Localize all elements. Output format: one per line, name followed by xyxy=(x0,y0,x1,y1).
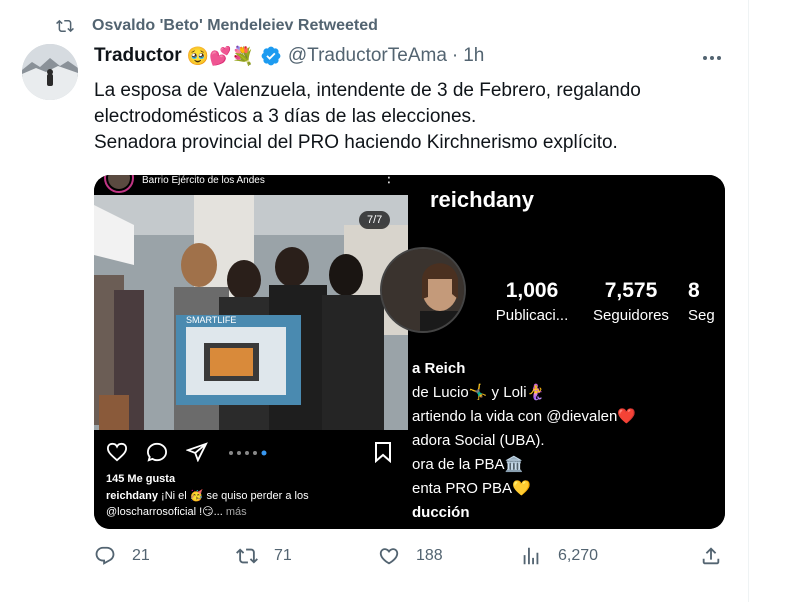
avatar[interactable] xyxy=(22,44,78,100)
bio-line: a Reich xyxy=(412,360,466,377)
bio-line: enta PRO PBA💛 xyxy=(412,480,531,497)
ig-stat-label: Seg xyxy=(688,307,715,324)
ig-stat-number: 1,006 xyxy=(505,279,559,302)
tweet-line: La esposa de Valenzuela, intendente de 3… xyxy=(94,80,641,101)
ig-caption-line2: @loscharrosoficial !😏... más xyxy=(106,505,406,518)
ig-likes-count: 145 Me gusta xyxy=(106,473,176,485)
bio-line: ora de la PBA🏛️ xyxy=(412,456,524,473)
like-count: 188 xyxy=(416,547,443,564)
ig-stat-number: 8 xyxy=(688,279,700,302)
author-handle[interactable]: @TraductorTeAma xyxy=(288,45,447,67)
views-button[interactable]: 6,270 xyxy=(520,545,598,567)
ig-profile-avatar xyxy=(380,247,466,333)
retweet-icon xyxy=(56,19,74,33)
image-counter-badge: 7/7 xyxy=(359,211,391,229)
retweet-count: 71 xyxy=(274,547,292,564)
share-icon xyxy=(702,547,720,565)
ig-caption: reichdany ¡Ni el 🥳 se quiso perder a los xyxy=(106,489,406,502)
box-brand-text: SMARTLIFE xyxy=(186,315,236,325)
ig-caption-text: ¡Ni el 🥳 se quiso perder a los xyxy=(157,490,309,502)
ig-stat-following: 8 Seg xyxy=(688,279,725,324)
carousel-dots-icon xyxy=(229,450,267,456)
ig-caption-mention: @loscharrosoficial !😏... xyxy=(106,506,223,518)
media-grid: Barrio Ejército de los Andes ⋮ SMARTLIFE… xyxy=(94,175,725,529)
bio-line: adora Social (UBA). xyxy=(412,432,545,449)
ig-caption-more: más xyxy=(222,506,247,518)
ig-profile-icon xyxy=(104,175,134,193)
media-image-left[interactable]: Barrio Ejército de los Andes ⋮ SMARTLIFE… xyxy=(94,175,408,529)
ig-stat-posts: 1,006 Publicaci... xyxy=(492,279,572,324)
comment-icon xyxy=(146,442,168,462)
ig-stat-number: 7,575 xyxy=(604,279,658,302)
tweet-card[interactable]: Osvaldo 'Beto' Mendeleiev Retweeted Trad… xyxy=(0,0,749,602)
views-count: 6,270 xyxy=(558,547,599,564)
tweet-action-bar: 21 71 188 6,270 xyxy=(94,545,734,575)
share-button[interactable] xyxy=(700,545,722,567)
bio-line: ducción xyxy=(412,504,470,521)
more-options-icon[interactable] xyxy=(700,48,724,68)
bookmark-icon xyxy=(375,442,391,463)
retweet-context[interactable]: Osvaldo 'Beto' Mendeleiev Retweeted xyxy=(54,17,378,35)
ig-caption-user: reichdany xyxy=(106,490,158,502)
like-button[interactable]: 188 xyxy=(378,545,443,567)
share-icon xyxy=(186,442,208,462)
reply-button[interactable]: 21 xyxy=(94,545,150,567)
ig-location: Barrio Ejército de los Andes xyxy=(142,175,265,186)
ig-more-icon: ⋮ xyxy=(382,175,396,185)
tweet-header: Traductor 🥹💕💐 @TraductorTeAma · 1h xyxy=(94,45,484,67)
ig-stat-followers: 7,575 Seguidores xyxy=(586,279,676,324)
tweet-line: Senadora provincial del PRO haciendo Kir… xyxy=(94,132,618,153)
reply-count: 21 xyxy=(132,547,150,564)
tweet-time[interactable]: 1h xyxy=(463,45,484,67)
tweet-text: La esposa de Valenzuela, intendente de 3… xyxy=(94,78,734,156)
separator-dot: · xyxy=(451,45,459,66)
analytics-icon xyxy=(523,547,539,565)
ig-stat-label: Seguidores xyxy=(593,307,669,324)
heart-icon xyxy=(106,442,128,462)
ig-profile-bio: a Reich de Lucio🤸‍♂️ y Loli🧜‍♀️ artiendo… xyxy=(412,357,636,525)
verified-badge-icon[interactable] xyxy=(260,45,282,67)
ig-action-bar xyxy=(94,432,408,472)
author-name[interactable]: Traductor xyxy=(94,45,182,67)
ig-profile-username: reichdany xyxy=(430,187,534,212)
retweeted-by-text: Osvaldo 'Beto' Mendeleiev Retweeted xyxy=(92,17,378,34)
retweet-button[interactable]: 71 xyxy=(236,545,292,567)
bio-line: de Lucio🤸‍♂️ y Loli🧜‍♀️ xyxy=(412,384,546,401)
reply-icon xyxy=(95,546,115,565)
author-emojis: 🥹💕💐 xyxy=(186,45,254,66)
bio-line: artiendo la vida con @dievalen❤️ xyxy=(412,408,637,425)
ig-stat-label: Publicaci... xyxy=(495,307,569,324)
media-image-right[interactable]: reichdany 1,006 Publicaci... 7,575 Segui… xyxy=(380,175,725,529)
heart-icon xyxy=(379,548,399,565)
retweet-icon xyxy=(236,548,258,564)
tweet-line: electrodomésticos a 3 días de las elecci… xyxy=(94,106,477,127)
